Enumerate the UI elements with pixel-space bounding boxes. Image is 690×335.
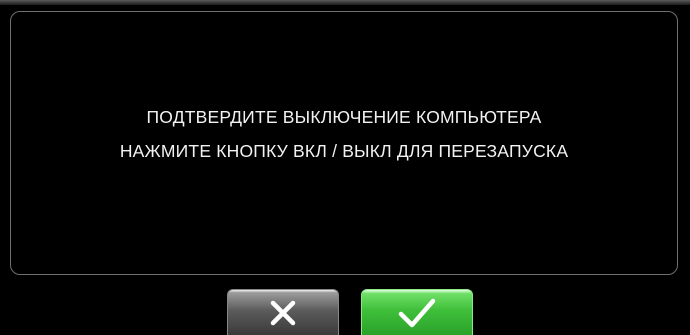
top-edge — [0, 0, 690, 5]
dialog-message: ПОДТВЕРДИТЕ ВЫКЛЮЧЕНИЕ КОМПЬЮТЕРА НАЖМИТ… — [11, 100, 677, 168]
message-line-confirm-shutdown: ПОДТВЕРДИТЕ ВЫКЛЮЧЕНИЕ КОМПЬЮТЕРА — [146, 107, 542, 127]
close-icon — [268, 298, 298, 328]
confirm-button[interactable] — [361, 289, 473, 335]
dialog-panel: ПОДТВЕРДИТЕ ВЫКЛЮЧЕНИЕ КОМПЬЮТЕРА НАЖМИТ… — [10, 11, 678, 275]
message-line-restart-hint: НАЖМИТЕ КНОПКУ ВКЛ / ВЫКЛ ДЛЯ ПЕРЕЗАПУСК… — [119, 141, 569, 161]
checkmark-icon — [397, 297, 437, 329]
shutdown-confirm-screen: ПОДТВЕРДИТЕ ВЫКЛЮЧЕНИЕ КОМПЬЮТЕРА НАЖМИТ… — [0, 0, 690, 335]
cancel-button[interactable] — [227, 289, 339, 335]
